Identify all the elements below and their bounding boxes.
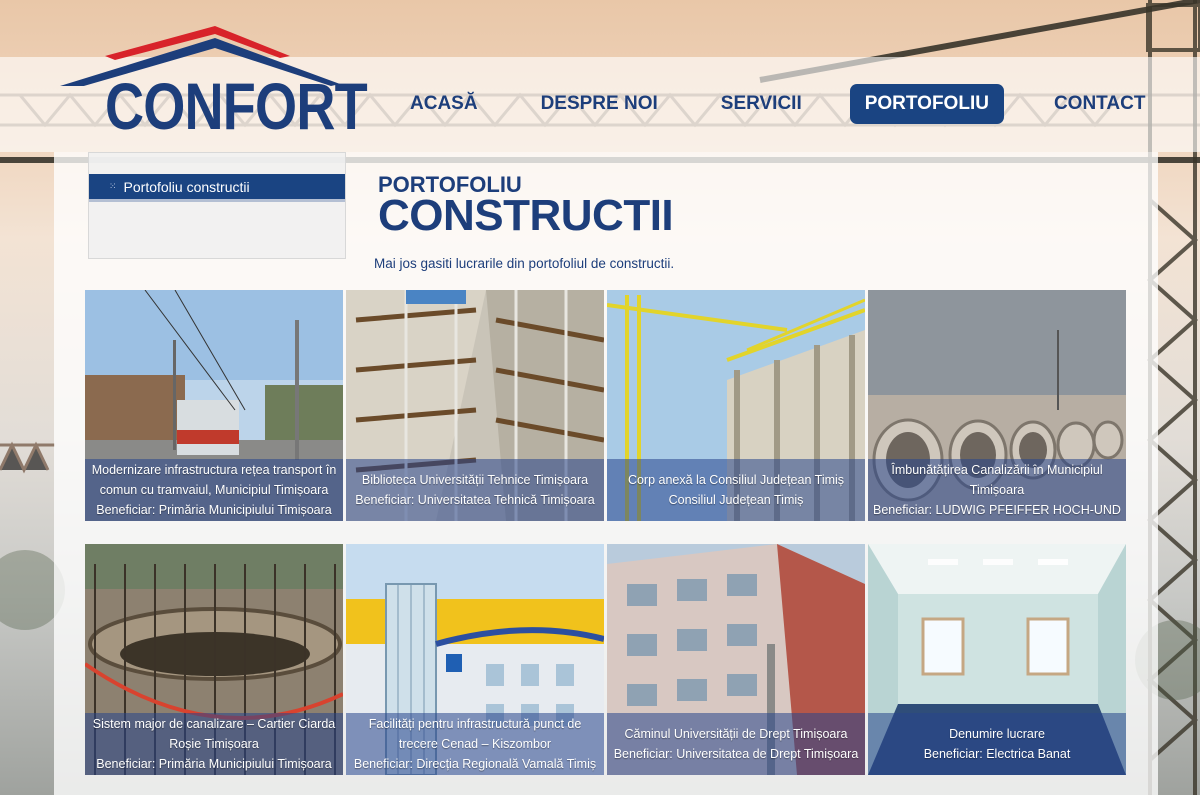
caption-line: Beneficiar: LUDWIG PFEIFFER HOCH-UND — [873, 503, 1121, 517]
sidebar-item-portfolio-construction[interactable]: ⁙ Portofoliu constructii — [89, 174, 345, 202]
project-card[interactable]: Căminul Universității de Drept Timișoara… — [607, 544, 865, 775]
bullet-icon: ⁙ — [109, 181, 117, 191]
caption-line: trecere Cenad – Kiszombor — [398, 737, 552, 751]
caption-line: Denumire lucrare — [949, 727, 1045, 741]
page-title: CONSTRUCTII — [378, 191, 674, 240]
project-caption: Îmbunătățirea Canalizării în Municipiul … — [868, 459, 1126, 521]
page-intro: Mai jos gasiti lucrarile din portofoliul… — [374, 256, 675, 271]
project-caption: Corp anexă la Consiliul Județean Timiș C… — [607, 459, 865, 521]
sidebar-item-label: Portofoliu constructii — [123, 178, 250, 195]
project-caption: Căminul Universității de Drept Timișoara… — [607, 713, 865, 775]
project-card[interactable]: Îmbunătățirea Canalizării în Municipiul … — [868, 290, 1126, 521]
caption-line: Modernizare infrastructura rețea transpo… — [91, 463, 337, 477]
project-card[interactable]: Corp anexă la Consiliul Județean Timiș C… — [607, 290, 865, 521]
project-caption: Denumire lucrare Beneficiar: Electrica B… — [868, 713, 1126, 775]
caption-line: Biblioteca Universității Tehnice Timișoa… — [361, 473, 589, 487]
project-card[interactable]: Modernizare infrastructura rețea transpo… — [85, 290, 343, 521]
caption-line: Beneficiar: Electrica Banat — [923, 747, 1071, 761]
project-card[interactable]: Biblioteca Universității Tehnice Timișoa… — [346, 290, 604, 521]
sidebar-menu: ⁙ Portofoliu constructii — [88, 152, 346, 259]
caption-line: Beneficiar: Primăria Municipiului Timișo… — [96, 503, 332, 517]
project-caption: Facilități pentru infrastructură punct d… — [346, 713, 604, 775]
project-caption: Sistem major de canalizare – Cartier Cia… — [85, 713, 343, 775]
project-caption: Modernizare infrastructura rețea transpo… — [85, 459, 343, 521]
project-card[interactable]: Denumire lucrare Beneficiar: Electrica B… — [868, 544, 1126, 775]
caption-line: Beneficiar: Universitatea Tehnică Timișo… — [355, 493, 595, 507]
project-card[interactable]: Sistem major de canalizare – Cartier Cia… — [85, 544, 343, 775]
logo-wordmark: CONFORT — [105, 69, 368, 143]
caption-line: Sistem major de canalizare – Cartier Cia… — [92, 717, 336, 731]
page-heading: PORTOFOLIU CONSTRUCTII — [378, 174, 674, 240]
nav-portfolio[interactable]: PORTOFOLIU — [849, 84, 1004, 124]
caption-line: Beneficiar: Universitatea de Drept Timiș… — [613, 747, 859, 761]
project-card[interactable]: Facilități pentru infrastructură punct d… — [346, 544, 604, 775]
main-navigation: ACASĂ DESPRE NOI SERVICII PORTOFOLIU CON… — [395, 82, 1193, 126]
caption-line: Consiliul Județean Timiș — [668, 493, 804, 507]
caption-line: Facilități pentru infrastructură punct d… — [368, 717, 582, 731]
caption-line: comun cu tramvaiul, Municipiul Timișoara — [99, 483, 329, 497]
caption-line: Roșie Timișoara — [169, 737, 259, 751]
caption-line: Căminul Universității de Drept Timișoara — [624, 727, 848, 741]
nav-home[interactable]: ACASĂ — [395, 84, 493, 124]
confort-logo[interactable]: CONFORT — [55, 16, 368, 143]
caption-line: Beneficiar: Primăria Municipiului Timișo… — [96, 757, 332, 771]
nav-about[interactable]: DESPRE NOI — [526, 84, 673, 124]
nav-services[interactable]: SERVICII — [706, 84, 817, 124]
caption-line: Îmbunătățirea Canalizării în Municipiul — [891, 463, 1103, 477]
caption-line: Timișoara — [969, 483, 1025, 497]
caption-line: Beneficiar: Direcția Regională Vamală Ti… — [353, 757, 597, 771]
caption-line: Corp anexă la Consiliul Județean Timiș — [627, 473, 845, 487]
project-caption: Biblioteca Universității Tehnice Timișoa… — [346, 459, 604, 521]
nav-contact[interactable]: CONTACT — [1039, 84, 1160, 124]
